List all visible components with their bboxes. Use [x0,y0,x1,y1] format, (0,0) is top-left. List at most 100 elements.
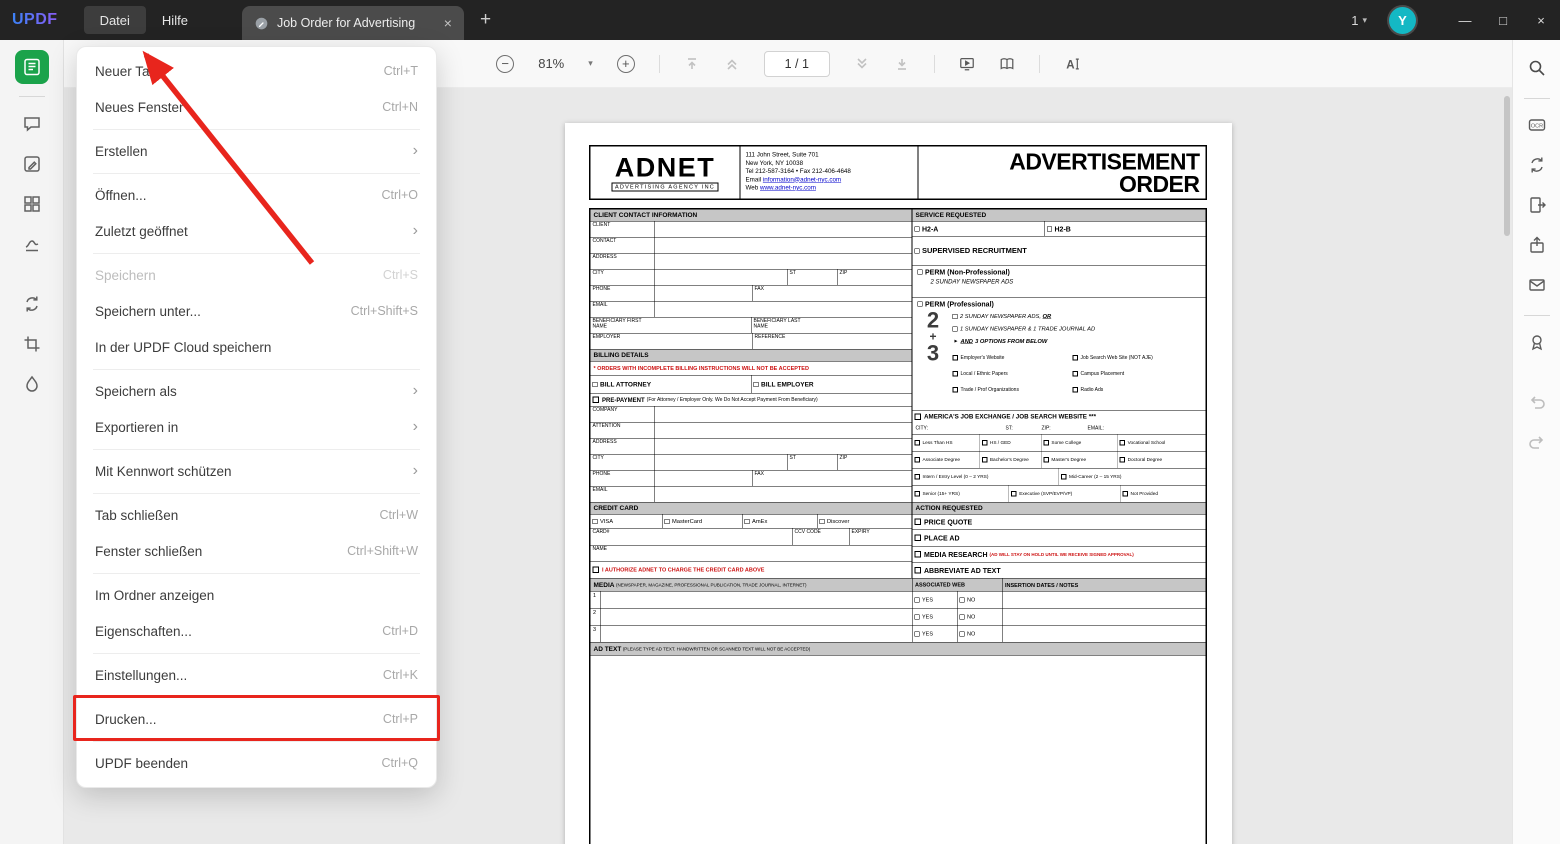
checkbox-job-search-site [1073,355,1079,361]
zoom-in-button[interactable]: + [617,55,635,73]
menu-item-kennwort-schuetzen[interactable]: Mit Kennwort schützen› [77,453,436,489]
checkbox-2-sunday-ads [953,314,958,319]
zoom-out-button[interactable]: − [496,55,514,73]
menu-item-speichern: SpeichernCtrl+S [77,257,436,293]
billing-warning: * ORDERS WITH INCOMPLETE BILLING INSTRUC… [591,365,809,371]
menu-item-neues-fenster[interactable]: Neues FensterCtrl+N [77,89,436,125]
extract-page-icon[interactable] [1521,189,1553,221]
last-page-button[interactable] [894,56,910,72]
checkbox-trade-prof-org [953,387,959,393]
zoom-level: 81% [538,56,564,71]
menu-item-tab-schliessen[interactable]: Tab schließenCtrl+W [77,497,436,533]
document-tab[interactable]: Job Order for Advertising × [242,6,464,40]
menu-item-neuer-tab[interactable]: Neuer TabCtrl+T [77,53,436,89]
checkbox-web-no-2 [960,614,965,619]
fill-sign-icon[interactable] [15,227,49,261]
menu-item-im-ordner-anzeigen[interactable]: Im Ordner anzeigen [77,577,436,613]
submenu-chevron-icon: › [413,142,418,160]
menu-item-fenster-schliessen[interactable]: Fenster schließenCtrl+Shift+W [77,533,436,569]
checkbox-price-quote [915,519,922,526]
right-toolbar: OCR [1512,40,1560,844]
tab-close-icon[interactable]: × [444,15,452,31]
redo-icon[interactable] [1521,426,1553,458]
menu-item-erstellen[interactable]: Erstellen› [77,133,436,169]
menu-item-speichern-unter[interactable]: Speichern unter...Ctrl+Shift+S [77,293,436,329]
page-layout-button[interactable] [999,56,1015,72]
menu-item-updf-beenden[interactable]: UPDF beendenCtrl+Q [77,745,436,781]
menu-separator [93,493,420,494]
checkbox-authorize [593,567,600,574]
divider [659,55,660,73]
checkbox-place-ad [915,535,922,542]
checkbox-masters [1043,457,1049,463]
page-indicator[interactable]: 1 / 1 [764,51,830,77]
organize-pages-icon[interactable] [15,187,49,221]
undo-icon[interactable] [1521,386,1553,418]
divider [1039,55,1040,73]
menu-datei[interactable]: Datei [84,6,146,34]
previous-page-button[interactable] [724,56,740,72]
checkbox-some-college [1043,440,1049,446]
menu-separator [93,173,420,174]
share-icon[interactable] [1521,229,1553,261]
edit-tool-icon[interactable] [15,147,49,181]
new-tab-button[interactable]: + [480,9,491,31]
text-select-button[interactable]: A [1064,56,1080,72]
menu-item-zuletzt-geoeffnet[interactable]: Zuletzt geöffnet› [77,213,436,249]
comment-tool-icon[interactable] [15,107,49,141]
seal-icon[interactable] [1521,326,1553,358]
checkbox-less-than-hs [915,440,921,446]
checkbox-mid-career [1061,474,1067,480]
vertical-scrollbar[interactable] [1504,96,1510,236]
form-title: ADVERTISEMENT ORDER [919,147,1206,199]
checkbox-employers-website [953,355,959,361]
checkbox-h2b [1047,226,1052,231]
menu-item-einstellungen[interactable]: Einstellungen...Ctrl+K [77,657,436,693]
menu-separator [93,653,420,654]
reader-tool-icon[interactable] [15,50,49,84]
page-count-dropdown[interactable]: 1 ▾ [1351,13,1367,28]
pdf-page[interactable]: ADNET ADVERTISING AGENCY INC 111 John St… [565,123,1232,844]
ocr-icon[interactable]: OCR [1521,109,1553,141]
menu-item-speichern-als[interactable]: Speichern als› [77,373,436,409]
svg-text:OCR: OCR [1530,124,1542,130]
menu-hilfe[interactable]: Hilfe [146,6,204,34]
maximize-button[interactable]: □ [1484,0,1522,40]
checkbox-perm-nonprofessional [918,270,923,275]
submenu-chevron-icon: › [413,382,418,400]
menu-item-drucken[interactable]: Drucken...Ctrl+P [77,701,436,737]
zoom-dropdown-icon[interactable]: ▾ [588,58,593,69]
convert-tool-icon[interactable] [15,287,49,321]
mail-icon[interactable] [1521,269,1553,301]
checkbox-bill-employer [754,382,759,387]
menu-item-eigenschaften[interactable]: Eigenschaften...Ctrl+D [77,613,436,649]
next-page-button[interactable] [854,56,870,72]
media-row-2: 2 YES NO [591,609,1206,626]
agency-address: 111 John Street, Suite 701 New York, NY … [741,147,919,199]
checkbox-perm-professional [918,302,923,307]
watermark-tool-icon[interactable] [15,367,49,401]
section-billing: BILLING DETAILS [591,350,912,362]
menu-item-exportieren-in[interactable]: Exportieren in› [77,409,436,445]
checkbox-discover [820,519,825,524]
menu-item-oeffnen[interactable]: Öffnen...Ctrl+O [77,177,436,213]
convert-icon[interactable] [1521,149,1553,181]
checkbox-executive [1011,491,1017,497]
presentation-mode-button[interactable] [959,56,975,72]
checkbox-campus-placement [1073,371,1079,377]
avatar[interactable]: Y [1389,7,1416,34]
file-menu: Neuer TabCtrl+T Neues FensterCtrl+N Erst… [76,46,437,788]
crop-tool-icon[interactable] [15,327,49,361]
menu-separator [93,573,420,574]
checkbox-not-provided [1123,491,1129,497]
menu-item-updf-cloud[interactable]: In der UPDF Cloud speichern [77,329,436,365]
minimize-button[interactable]: — [1446,0,1484,40]
section-media: MEDIA(NEWSPAPER, MAGAZINE, PROFESSIONAL … [591,579,1206,592]
first-page-button[interactable] [684,56,700,72]
search-icon[interactable] [1521,52,1553,84]
aje-block: AMERICA'S JOB EXCHANGE / JOB SEARCH WEBS… [913,411,1206,503]
checkbox-media-research [915,551,922,558]
close-button[interactable]: × [1522,0,1560,40]
advertisement-order-form: ADNET ADVERTISING AGENCY INC 111 John St… [589,145,1207,844]
checkbox-intern-entry [915,474,921,480]
